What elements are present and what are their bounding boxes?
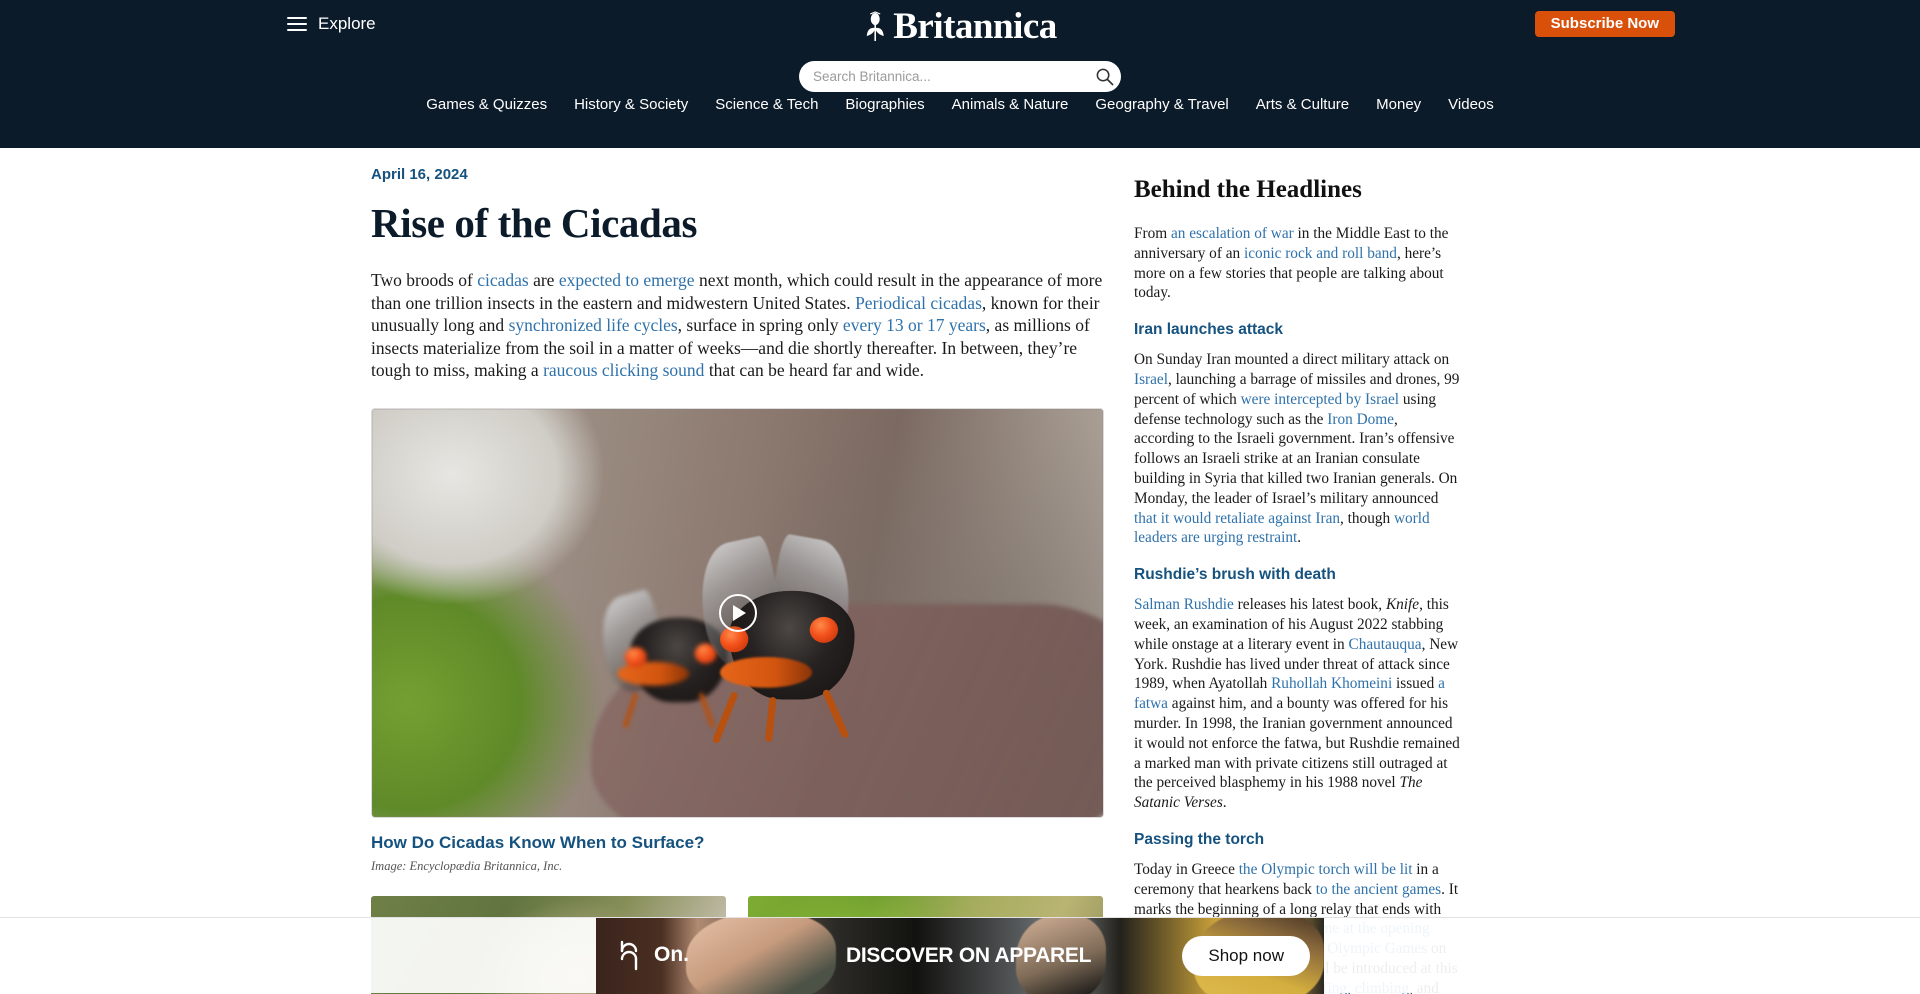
ad-brand-label: On. bbox=[654, 943, 689, 967]
hamburger-icon bbox=[287, 13, 307, 35]
nav-item-animals-nature[interactable]: Animals & Nature bbox=[952, 96, 1069, 113]
link-every-13-or-17-years[interactable]: every 13 or 17 years bbox=[843, 315, 986, 335]
sidebar-story-title-rushdie[interactable]: Rushdie’s brush with death bbox=[1134, 566, 1461, 584]
link-israel[interactable]: Israel bbox=[1134, 371, 1168, 388]
nav-item-history-society[interactable]: History & Society bbox=[574, 96, 688, 113]
explore-label: Explore bbox=[318, 14, 376, 34]
cicada-front bbox=[704, 555, 881, 732]
play-triangle-icon bbox=[733, 605, 746, 621]
page-body: April 16, 2024 Rise of the Cicadas Two b… bbox=[0, 148, 1920, 994]
nav-item-arts-culture[interactable]: Arts & Culture bbox=[1256, 96, 1349, 113]
text-run: . bbox=[1297, 529, 1301, 546]
ad-headline: DISCOVER ON APPAREL bbox=[846, 944, 1091, 968]
ad-model-1 bbox=[686, 918, 836, 994]
search-area bbox=[799, 61, 1121, 92]
sidebar-story-title-iran[interactable]: Iran launches attack bbox=[1134, 321, 1461, 339]
sidebar-intro-paragraph: From an escalation of war in the Middle … bbox=[1134, 224, 1461, 303]
britannica-logo[interactable]: Britannica bbox=[863, 8, 1057, 45]
ad-banner[interactable]: On. DISCOVER ON APPAREL Shop now bbox=[596, 918, 1324, 994]
nav-item-games-quizzes[interactable]: Games & Quizzes bbox=[426, 96, 547, 113]
sticky-ad-bar: On. DISCOVER ON APPAREL Shop now bbox=[0, 917, 1920, 993]
video-player[interactable] bbox=[371, 408, 1104, 818]
text-run: Today in Greece bbox=[1134, 861, 1239, 878]
search-submit-button[interactable] bbox=[1087, 61, 1121, 92]
link-intercepted-by-israel[interactable]: were intercepted by Israel bbox=[1241, 391, 1399, 408]
subscribe-button[interactable]: Subscribe Now bbox=[1535, 11, 1675, 37]
link-ruhollah-khomeini[interactable]: Ruhollah Khomeini bbox=[1271, 675, 1392, 692]
search-icon bbox=[1095, 67, 1114, 86]
nav-item-geography-travel[interactable]: Geography & Travel bbox=[1095, 96, 1228, 113]
text-run: , though bbox=[1340, 510, 1394, 527]
link-periodical-cicadas[interactable]: Periodical cicadas bbox=[855, 293, 982, 313]
nav-item-biographies[interactable]: Biographies bbox=[845, 96, 924, 113]
link-expected-to-emerge[interactable]: expected to emerge bbox=[559, 270, 695, 290]
sidebar-story-title-torch[interactable]: Passing the torch bbox=[1134, 831, 1461, 849]
link-cicadas[interactable]: cicadas bbox=[477, 270, 529, 290]
behind-the-headlines-sidebar: Behind the Headlines From an escalation … bbox=[1134, 166, 1461, 994]
text-run: . bbox=[1223, 794, 1227, 811]
link-olympic-torch-lit[interactable]: the Olympic torch will be lit bbox=[1239, 861, 1413, 878]
link-iron-dome[interactable]: Iron Dome bbox=[1327, 411, 1394, 428]
text-run: On Sunday Iran mounted a direct military… bbox=[1134, 351, 1449, 368]
book-title-knife: Knife bbox=[1386, 596, 1419, 613]
page-title: Rise of the Cicadas bbox=[371, 199, 1104, 247]
sidebar-heading: Behind the Headlines bbox=[1134, 176, 1461, 204]
link-retaliate-against-iran[interactable]: that it would retaliate against Iran bbox=[1134, 510, 1340, 527]
text-run: , surface in spring only bbox=[678, 315, 843, 335]
link-iconic-rock-and-roll-band[interactable]: iconic rock and roll band bbox=[1244, 245, 1397, 262]
sidebar-story-body-iran: On Sunday Iran mounted a direct military… bbox=[1134, 350, 1461, 548]
link-raucous-clicking-sound[interactable]: raucous clicking sound bbox=[543, 360, 704, 380]
search-input[interactable] bbox=[799, 61, 1087, 92]
text-run: that can be heard far and wide. bbox=[704, 360, 924, 380]
text-run: issued bbox=[1392, 675, 1438, 692]
nav-item-science-tech[interactable]: Science & Tech bbox=[715, 96, 818, 113]
article-date: April 16, 2024 bbox=[371, 166, 1104, 183]
link-escalation-of-war[interactable]: an escalation of war bbox=[1171, 225, 1294, 242]
on-logo-icon bbox=[618, 938, 640, 974]
brand-name: Britannica bbox=[893, 8, 1057, 45]
link-salman-rushdie[interactable]: Salman Rushdie bbox=[1134, 596, 1234, 613]
image-credit: Image: Encyclopædia Britannica, Inc. bbox=[371, 859, 1104, 874]
sidebar-story-body-rushdie: Salman Rushdie releases his latest book,… bbox=[1134, 595, 1461, 813]
nav-item-money[interactable]: Money bbox=[1376, 96, 1421, 113]
thistle-icon bbox=[863, 10, 887, 44]
on-brand-lockup: On. bbox=[618, 938, 689, 974]
text-run: Two broods of bbox=[371, 270, 477, 290]
play-button[interactable] bbox=[719, 594, 757, 632]
article-column: April 16, 2024 Rise of the Cicadas Two b… bbox=[371, 166, 1104, 994]
article-video-figure: How Do Cicadas Know When to Surface? Ima… bbox=[371, 408, 1104, 874]
video-caption-link[interactable]: How Do Cicadas Know When to Surface? bbox=[371, 833, 1104, 853]
search-box[interactable] bbox=[799, 61, 1121, 92]
link-ancient-games[interactable]: to the ancient games bbox=[1316, 881, 1441, 898]
ad-shop-now-button[interactable]: Shop now bbox=[1182, 936, 1310, 976]
site-header: Explore Britannica Login Subscribe Now bbox=[0, 0, 1920, 148]
text-run: From bbox=[1134, 225, 1171, 242]
article-intro-paragraph: Two broods of cicadas are expected to em… bbox=[371, 269, 1104, 382]
link-chautauqua[interactable]: Chautauqua bbox=[1349, 636, 1422, 653]
link-synchronized-life-cycles[interactable]: synchronized life cycles bbox=[509, 315, 678, 335]
nav-item-videos[interactable]: Videos bbox=[1448, 96, 1494, 113]
content-wrapper: April 16, 2024 Rise of the Cicadas Two b… bbox=[371, 148, 1549, 994]
explore-menu-button[interactable]: Explore bbox=[287, 13, 376, 35]
text-run: are bbox=[529, 270, 559, 290]
primary-navigation: Games & Quizzes History & Society Scienc… bbox=[0, 96, 1920, 113]
text-run: releases his latest book, bbox=[1234, 596, 1386, 613]
